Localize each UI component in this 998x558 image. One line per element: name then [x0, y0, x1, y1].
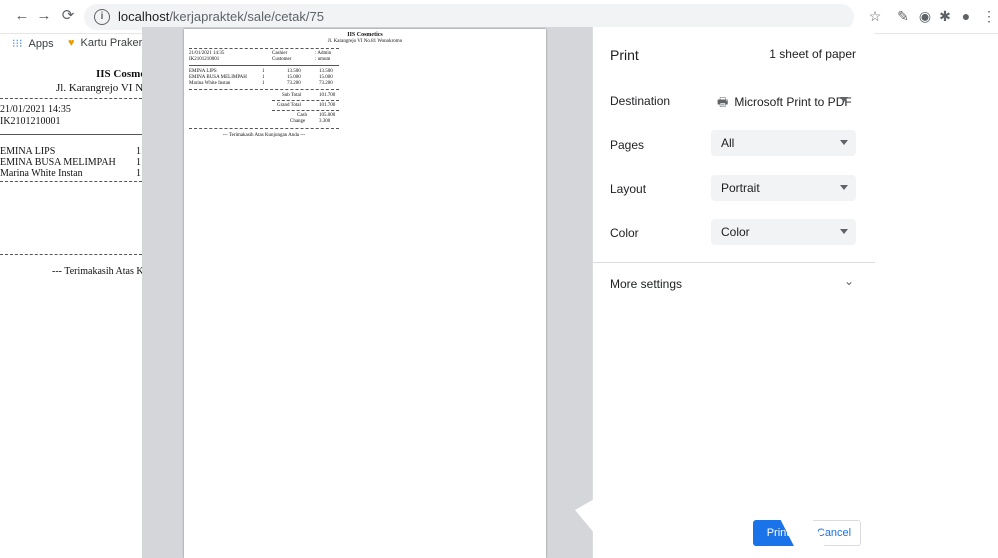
watermark-shapes	[430, 400, 940, 558]
